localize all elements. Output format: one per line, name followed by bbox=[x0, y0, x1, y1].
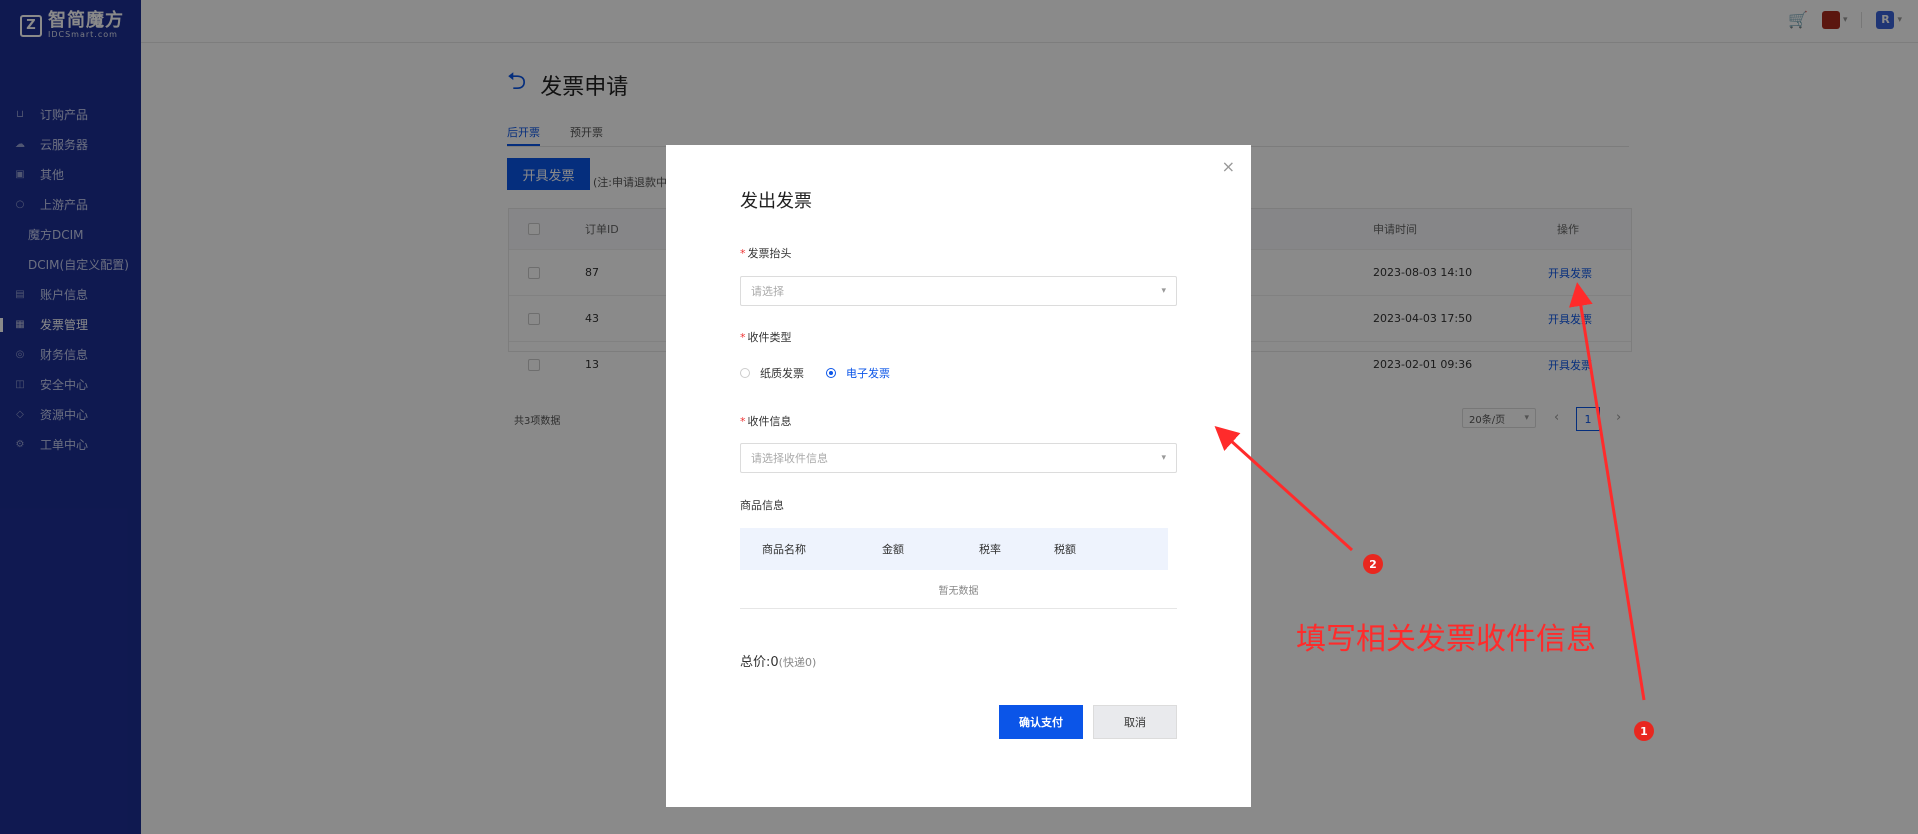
annotation-text: 填写相关发票收件信息 bbox=[1296, 622, 1596, 657]
receive-info-select[interactable]: 请选择收件信息 ▾ bbox=[740, 443, 1177, 473]
total-price: 总价:0(快递0) bbox=[740, 655, 817, 670]
goods-info-label: 商品信息 bbox=[740, 499, 784, 512]
goods-table-header: 商品名称 金额 税率 税额 bbox=[740, 528, 1168, 570]
chevron-down-icon: ▾ bbox=[1161, 453, 1166, 463]
annotation-badge-1: 1 bbox=[1634, 721, 1654, 741]
radio-electronic-invoice[interactable]: 电子发票 bbox=[826, 365, 890, 381]
annotation-badge-2: 2 bbox=[1363, 554, 1383, 574]
receive-type-radio-group: 纸质发票 电子发票 bbox=[740, 365, 912, 381]
confirm-pay-button[interactable]: 确认支付 bbox=[999, 705, 1083, 739]
goods-col-name: 商品名称 bbox=[762, 543, 806, 556]
goods-col-tax-rate: 税率 bbox=[979, 543, 1001, 556]
receive-info-label: * 收件信息 bbox=[740, 415, 792, 428]
radio-paper-invoice[interactable]: 纸质发票 bbox=[740, 365, 804, 381]
cancel-button[interactable]: 取消 bbox=[1093, 705, 1177, 739]
goods-empty-state: 暂无数据 bbox=[740, 570, 1177, 609]
goods-col-tax-amount: 税额 bbox=[1054, 543, 1076, 556]
invoice-header-label: * 发票抬头 bbox=[740, 247, 792, 260]
receive-type-label: * 收件类型 bbox=[740, 331, 792, 344]
modal-title: 发出发票 bbox=[740, 191, 812, 212]
close-icon[interactable]: × bbox=[1222, 157, 1235, 176]
invoice-header-select[interactable]: 请选择 ▾ bbox=[740, 276, 1177, 306]
chevron-down-icon: ▾ bbox=[1161, 286, 1166, 296]
issue-invoice-modal: × 发出发票 * 发票抬头 请选择 ▾ * 收件类型 纸质发票 电子发票 * 收件信息… bbox=[666, 145, 1251, 807]
goods-col-amount: 金额 bbox=[882, 543, 904, 556]
